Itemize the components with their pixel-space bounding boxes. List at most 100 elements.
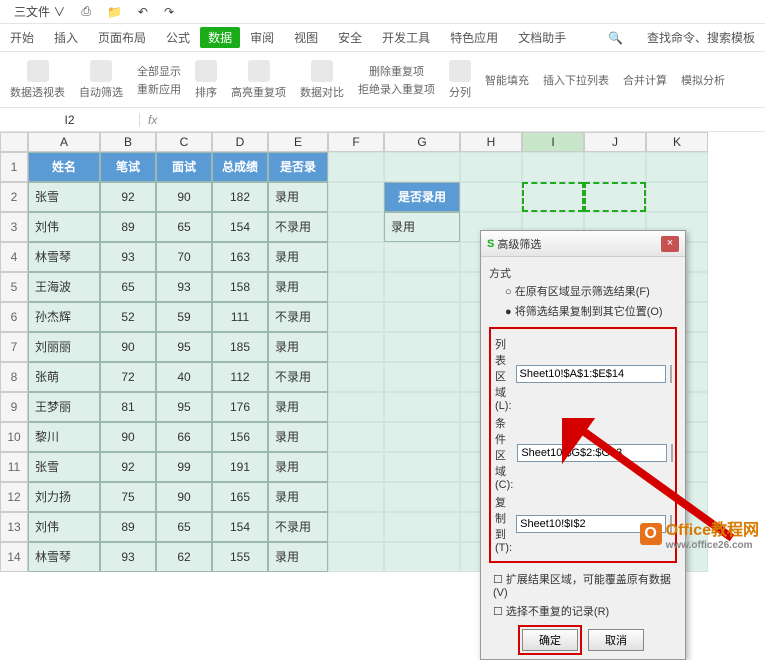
undo-icon[interactable]: ↶ <box>130 5 156 19</box>
cell-total[interactable]: 165 <box>212 482 268 512</box>
cell[interactable] <box>646 152 708 182</box>
cell-interview[interactable]: 66 <box>156 422 212 452</box>
cell-name[interactable]: 黎川 <box>28 422 100 452</box>
table-header[interactable]: 总成绩 <box>212 152 268 182</box>
col-F[interactable]: F <box>328 132 384 152</box>
cell[interactable] <box>384 452 460 482</box>
cell-name[interactable]: 王海波 <box>28 272 100 302</box>
name-box[interactable]: I2 <box>0 113 140 127</box>
row-header[interactable]: 8 <box>0 362 28 392</box>
cell-hire[interactable]: 录用 <box>268 332 328 362</box>
cell-total[interactable]: 176 <box>212 392 268 422</box>
ribbon-sort[interactable]: 排序 <box>195 60 217 100</box>
cell[interactable] <box>328 392 384 422</box>
cell-total[interactable]: 191 <box>212 452 268 482</box>
list-range-input[interactable] <box>516 365 666 383</box>
tab-insert[interactable]: 插入 <box>44 29 88 46</box>
open-icon[interactable]: 📁 <box>99 5 130 19</box>
cell[interactable] <box>328 512 384 542</box>
cell-name[interactable]: 孙杰辉 <box>28 302 100 332</box>
cell-total[interactable]: 185 <box>212 332 268 362</box>
cell-hire[interactable]: 录用 <box>268 482 328 512</box>
col-K[interactable]: K <box>646 132 708 152</box>
cell[interactable] <box>384 152 460 182</box>
cell-written[interactable]: 65 <box>100 272 156 302</box>
search-box[interactable]: 🔍 查找命令、搜索模板 <box>598 29 765 46</box>
ribbon-simulate[interactable]: 模拟分析 <box>681 72 725 88</box>
cell[interactable] <box>328 332 384 362</box>
ribbon-compare[interactable]: 数据对比 <box>300 60 344 100</box>
row-header[interactable]: 9 <box>0 392 28 422</box>
cell-written[interactable]: 72 <box>100 362 156 392</box>
cell-total[interactable]: 155 <box>212 542 268 572</box>
radio-inplace[interactable]: ○ 在原有区域显示筛选结果(F) <box>489 281 677 301</box>
cell-interview[interactable]: 65 <box>156 512 212 542</box>
tab-data[interactable]: 数据 <box>200 27 240 48</box>
cell-hire[interactable]: 不录用 <box>268 362 328 392</box>
cell[interactable] <box>384 482 460 512</box>
cell[interactable] <box>384 542 460 572</box>
cell[interactable] <box>584 152 646 182</box>
side-header[interactable]: 是否录用 <box>384 182 460 212</box>
cell-hire[interactable]: 录用 <box>268 542 328 572</box>
cell[interactable] <box>328 542 384 572</box>
cell-interview[interactable]: 99 <box>156 452 212 482</box>
cell-written[interactable]: 81 <box>100 392 156 422</box>
selected-cell[interactable] <box>584 182 646 212</box>
tab-view[interactable]: 视图 <box>284 29 328 46</box>
cell-written[interactable]: 52 <box>100 302 156 332</box>
cell-interview[interactable]: 90 <box>156 482 212 512</box>
tab-formula[interactable]: 公式 <box>156 29 200 46</box>
cell-name[interactable]: 王梦丽 <box>28 392 100 422</box>
cell-total[interactable]: 163 <box>212 242 268 272</box>
col-D[interactable]: D <box>212 132 268 152</box>
cell[interactable] <box>522 152 584 182</box>
cell-interview[interactable]: 70 <box>156 242 212 272</box>
cell-hire[interactable]: 录用 <box>268 272 328 302</box>
cell-total[interactable]: 158 <box>212 272 268 302</box>
cell-interview[interactable]: 95 <box>156 332 212 362</box>
col-G[interactable]: G <box>384 132 460 152</box>
col-H[interactable]: H <box>460 132 522 152</box>
col-I[interactable]: I <box>522 132 584 152</box>
row-header[interactable]: 5 <box>0 272 28 302</box>
cell[interactable] <box>384 362 460 392</box>
cell-total[interactable]: 154 <box>212 212 268 242</box>
cell-name[interactable]: 张雪 <box>28 452 100 482</box>
cell-written[interactable]: 90 <box>100 332 156 362</box>
row-header[interactable]: 10 <box>0 422 28 452</box>
cell-name[interactable]: 林雪琴 <box>28 542 100 572</box>
ribbon-split[interactable]: 分列 <box>449 60 471 100</box>
cell-name[interactable]: 刘丽丽 <box>28 332 100 362</box>
cell[interactable] <box>460 152 522 182</box>
ribbon-deldups[interactable]: 删除重复项拒绝录入重复项 <box>358 63 435 97</box>
cell[interactable] <box>328 272 384 302</box>
cell-name[interactable]: 刘伟 <box>28 512 100 542</box>
cell-written[interactable]: 93 <box>100 542 156 572</box>
close-icon[interactable]: × <box>661 236 679 252</box>
cell-interview[interactable]: 40 <box>156 362 212 392</box>
cell[interactable] <box>328 152 384 182</box>
row-header[interactable]: 14 <box>0 542 28 572</box>
cell[interactable] <box>384 392 460 422</box>
ribbon-showall[interactable]: 全部显示重新应用 <box>137 63 181 97</box>
cell-written[interactable]: 90 <box>100 422 156 452</box>
cell-interview[interactable]: 62 <box>156 542 212 572</box>
cell[interactable] <box>328 182 384 212</box>
cell-interview[interactable]: 90 <box>156 182 212 212</box>
col-J[interactable]: J <box>584 132 646 152</box>
cell-total[interactable]: 156 <box>212 422 268 452</box>
row-header[interactable]: 12 <box>0 482 28 512</box>
table-header[interactable]: 面试 <box>156 152 212 182</box>
row-header[interactable]: 13 <box>0 512 28 542</box>
cell-written[interactable]: 93 <box>100 242 156 272</box>
radio-copyto[interactable]: ● 将筛选结果复制到其它位置(O) <box>489 301 677 321</box>
tab-dev[interactable]: 开发工具 <box>372 29 440 46</box>
cell-total[interactable]: 112 <box>212 362 268 392</box>
ribbon-dropdown[interactable]: 插入下拉列表 <box>543 72 609 88</box>
col-A[interactable]: A <box>28 132 100 152</box>
cell[interactable] <box>460 182 522 212</box>
range-picker-icon[interactable] <box>670 365 672 383</box>
row-header[interactable]: 11 <box>0 452 28 482</box>
cell-total[interactable]: 154 <box>212 512 268 542</box>
